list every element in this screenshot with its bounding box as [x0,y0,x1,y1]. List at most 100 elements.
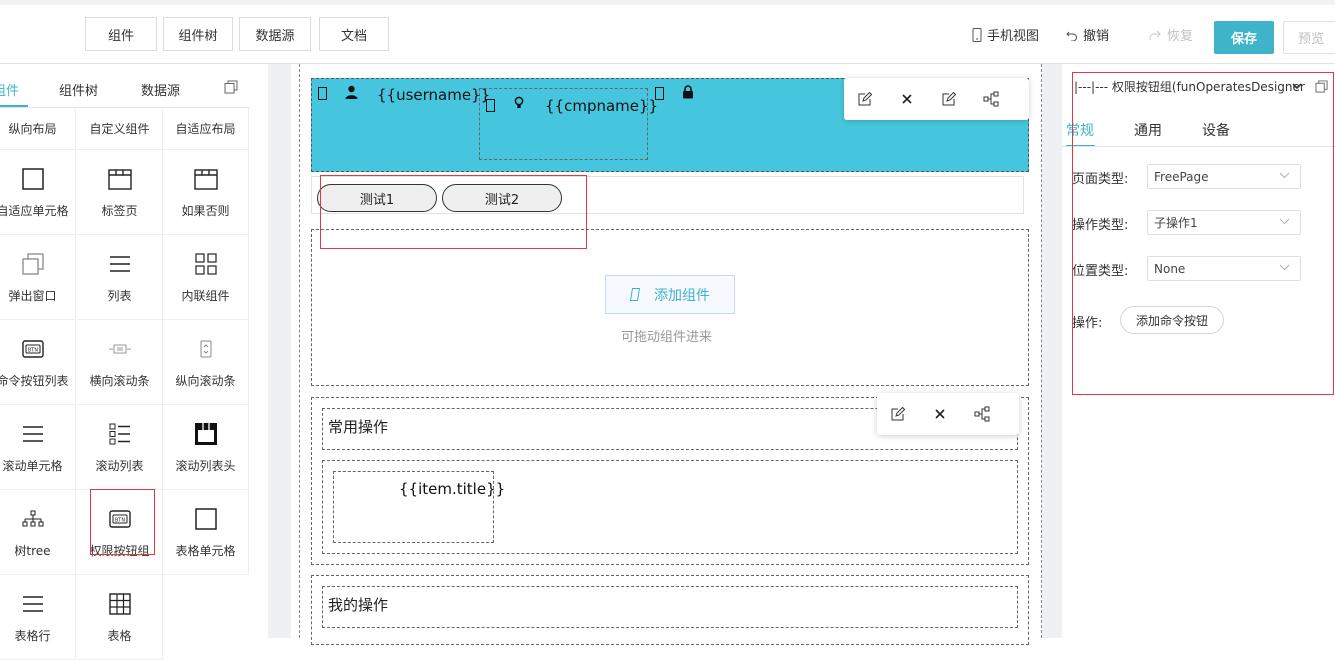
component-label: 自适应单元格 [0,203,69,218]
svg-text:BTN: BTN [27,347,37,353]
my-ops-header[interactable] [322,586,1018,628]
component-item[interactable]: 表格单元格 [163,490,249,575]
mobile-icon [972,27,982,42]
hscroll-icon [107,336,133,362]
component-label: 滚动列表头 [175,458,236,473]
component-label: 树tree [14,543,51,558]
top-toolbar: 组件 组件树 数据源 文档 手机视图 撤销 恢复 保存 预览 [0,0,1335,64]
edit-icon[interactable] [928,78,970,120]
toolbar-datasource-button[interactable]: 数据源 [239,17,311,51]
right-scroll-gutter [1042,64,1062,638]
vscroll-icon [193,336,219,362]
hierarchy-icon[interactable] [961,393,1003,435]
square-icon [20,166,46,192]
close-icon[interactable] [919,393,961,435]
left-scroll-gutter [268,64,291,638]
selection-highlight [1072,72,1334,395]
placeholder-icon [318,87,327,100]
add-component-label: 添加组件 [654,287,710,304]
placeholder-icon [655,87,664,100]
element-toolbar [877,393,1019,435]
folder-tab-icon [193,166,219,192]
component-label: 列表 [107,288,132,303]
close-icon[interactable] [886,78,928,120]
tab-components-label: 组件 [0,84,20,99]
component-item[interactable]: 列表 [77,235,163,320]
component-item[interactable]: 弹出窗口 [0,235,76,320]
component-icon [630,288,640,301]
component-item[interactable]: 表格行 [0,575,76,660]
component-item[interactable]: 滚动列表头 [163,405,249,490]
lock-icon [682,85,694,99]
common-ops-title: 常用操作 [328,418,389,436]
tab-components[interactable]: 组件 [0,80,19,99]
component-label: 纵向布局 [8,122,57,136]
folder-tab-icon [107,166,133,192]
redo-icon [1148,29,1162,41]
component-item[interactable]: 横向滚动条 [77,320,163,405]
table-header-icon [193,421,219,447]
component-item[interactable]: BTN 命令按钮列表 [0,320,76,405]
component-label: 滚动单元格 [2,458,63,473]
component-item[interactable]: 纵向布局 [0,108,76,150]
hierarchy-icon[interactable] [970,78,1012,120]
list-icon [20,591,46,617]
preview-button[interactable]: 预览 [1283,21,1335,54]
undo-button[interactable]: 撤销 [1066,25,1109,44]
component-item[interactable]: 如果否则 [163,150,249,235]
toolbar-docs-button[interactable]: 文档 [319,17,389,51]
component-item[interactable]: 标签页 [77,150,163,235]
component-label: 弹出窗口 [8,288,57,303]
btn-icon: BTN [20,336,46,362]
component-item[interactable]: 自定义组件 [77,108,163,150]
edit-icon[interactable] [844,78,886,120]
drop-hint: 可拖动组件进来 [621,330,713,345]
popup-icon [20,251,46,277]
component-item[interactable]: 内联组件 [163,235,249,320]
square-icon [193,506,219,532]
tab-datasource[interactable]: 数据源 [141,80,180,99]
component-item[interactable]: 表格 [77,575,163,660]
lightbulb-icon [514,96,524,110]
component-label: 表格行 [14,628,51,643]
component-label: 自定义组件 [89,122,150,136]
redo-button[interactable]: 恢复 [1148,25,1193,44]
component-label: 滚动列表 [95,458,144,473]
component-label: 自适应布局 [175,122,236,136]
add-component-button[interactable]: 添加组件 [605,275,735,314]
list-icon [107,251,133,277]
component-label: 表格 [107,628,132,643]
component-label: 表格单元格 [175,543,236,558]
component-item[interactable]: 自适应布局 [163,108,249,150]
tree-icon [20,506,46,532]
my-ops-title: 我的操作 [328,596,389,614]
table-icon [107,591,133,617]
mobile-view-label: 手机视图 [987,29,1040,44]
component-label: 纵向滚动条 [175,373,236,388]
item-title-text: {{item.title}} [399,480,506,498]
toolbar-component-tree-button[interactable]: 组件树 [163,17,233,51]
toolbar-components-button[interactable]: 组件 [85,17,157,51]
copy-icon[interactable] [224,80,238,94]
undo-icon [1066,29,1078,41]
component-item[interactable]: 滚动单元格 [0,405,76,490]
component-label: 横向滚动条 [89,373,150,388]
cmpname-text: {{cmpname}} [545,97,659,115]
edit-icon[interactable] [877,393,919,435]
grid-icon [193,251,219,277]
component-item[interactable]: 滚动列表 [77,405,163,490]
component-item[interactable]: 自适应单元格 [0,150,76,235]
list-detail-icon [107,421,133,447]
component-label: 内联组件 [181,288,230,303]
component-item[interactable]: 纵向滚动条 [163,320,249,405]
element-toolbar [844,78,1029,120]
tab-component-tree[interactable]: 组件树 [59,80,98,99]
list-icon [20,421,46,447]
selection-highlight [90,489,155,555]
component-item[interactable]: 树tree [0,490,76,575]
component-label: 如果否则 [181,203,230,218]
placeholder-icon [486,99,495,112]
mobile-view-button[interactable]: 手机视图 [972,25,1039,44]
save-button[interactable]: 保存 [1214,21,1274,54]
component-panel: 组件 组件树 数据源 纵向布局 自定义组件 自适应布局自适应单元格 标签页 如果否则弹出… [0,64,268,660]
